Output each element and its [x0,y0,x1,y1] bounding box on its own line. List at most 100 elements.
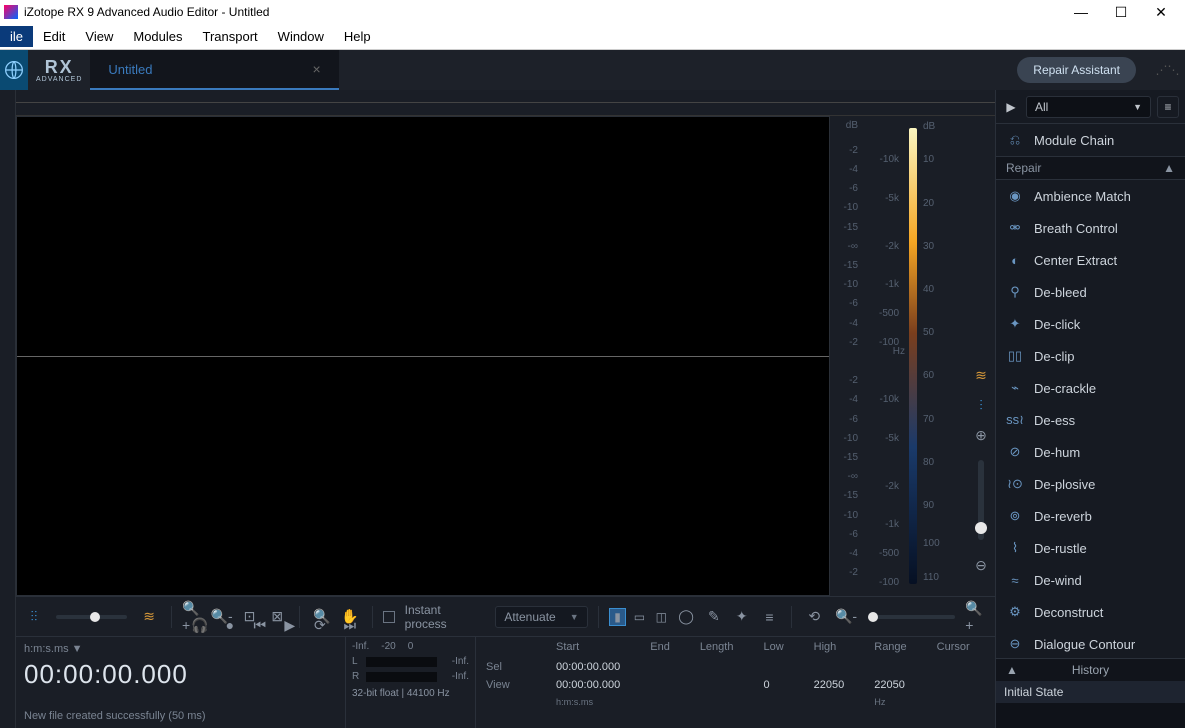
module-icon: ⊚ [1006,507,1024,525]
freq-scale: -10k -5k -2k -1k -500 -100 Hz -10k -5k -… [862,116,907,596]
menu-view[interactable]: View [75,26,123,47]
module-chain[interactable]: ⎌ Module Chain [996,124,1185,156]
forward-icon[interactable]: ⏭ [338,613,362,637]
module-de-hum[interactable]: ⊘De-hum [996,436,1185,468]
meters-panel: -Inf. -20 0 L -Inf. R -Inf. 32-bit float… [346,637,476,728]
chain-icon: ⎌ [1006,131,1024,149]
wave-display-icon[interactable]: ⫶⫶ [22,605,46,629]
module-icon: ≀⊙ [1006,475,1024,493]
menu-transport[interactable]: Transport [193,26,268,47]
high-value[interactable]: 22050 [814,679,845,691]
menu-modules[interactable]: Modules [123,26,192,47]
menu-help[interactable]: Help [334,26,381,47]
tab-title: Untitled [108,62,152,77]
module-de-crackle[interactable]: ⌁De-crackle [996,372,1185,404]
batch-icon[interactable]: ⋰⋱ [1150,63,1185,77]
module-de-reverb[interactable]: ⊚De-reverb [996,500,1185,532]
menu-window[interactable]: Window [268,26,334,47]
headphone-icon[interactable]: 🎧 [188,613,212,637]
deselect-icon[interactable]: ⟲ [802,605,826,629]
logo-icon [0,50,28,90]
rewind-icon[interactable]: ⏮ [248,613,272,637]
amplitude-slider[interactable] [978,460,984,540]
sel-start[interactable]: 00:00:00.000 [556,661,620,673]
module-icon: ⌇ [1006,539,1024,557]
module-de-wind[interactable]: ≈De-wind [996,564,1185,596]
module-dialogue-contour[interactable]: ⊖Dialogue Contour [996,628,1185,658]
zoom-in-icon[interactable]: ⊕ [972,426,990,444]
spectro-display-icon[interactable]: ≋ [137,605,161,629]
module-de-bleed[interactable]: ⚲De-bleed [996,276,1185,308]
brand-sub: ADVANCED [36,76,82,83]
instant-process-checkbox[interactable] [383,611,395,623]
module-center-extract[interactable]: ◐Center Extract [996,244,1185,276]
maximize-button[interactable]: ☐ [1101,0,1141,24]
hzoom-slider[interactable] [868,615,955,619]
play-icon[interactable]: ▶ [278,613,302,637]
module-breath-control[interactable]: ⚮Breath Control [996,212,1185,244]
transport: 🎧 ● ⏮ ▶ ⟳ ⏭ [188,613,362,637]
menu-edit[interactable]: Edit [33,26,75,47]
toolbar: ⫶⫶ ≋ 🔍+ 🔍- ⊡ ⊠ 🔍 ✋ Instant process Atten… [16,596,995,636]
time-select-icon[interactable]: ▮ [609,608,627,626]
tab-close-icon[interactable]: × [312,61,320,77]
module-de-rustle[interactable]: ⌇De-rustle [996,532,1185,564]
spectro-toggle-icon[interactable]: ≋ [972,366,990,384]
module-icon: ⚙ [1006,603,1024,621]
lasso-select-icon[interactable]: ◯ [674,605,698,629]
loop-icon[interactable]: ⟳ [308,613,332,637]
repair-assistant-button[interactable]: Repair Assistant [1017,57,1136,83]
module-menu-icon[interactable]: ≡ [1157,96,1179,118]
module-icon: ⚲ [1006,283,1024,301]
module-ambience-match[interactable]: ◉Ambience Match [996,180,1185,212]
brush-select-icon[interactable]: ✎ [702,605,726,629]
hzoom-out-icon[interactable]: 🔍- [834,605,858,629]
module-icon: ▯▯ [1006,347,1024,365]
module-icon: ⌁ [1006,379,1024,397]
close-button[interactable]: ✕ [1141,0,1181,24]
brand: RX ADVANCED [28,58,90,83]
module-de-clip[interactable]: ▯▯De-clip [996,340,1185,372]
preview-play-icon[interactable]: ▶ [1002,98,1020,116]
right-panel: ▶ All▼ ≡ ⎌ Module Chain Repair▲ ◉Ambienc… [995,90,1185,728]
record-icon[interactable]: ● [218,613,242,637]
process-combo[interactable]: Attenuate▼ [495,606,587,628]
module-icon: ss≀ [1006,411,1024,429]
freeform-select-icon[interactable]: ◫ [652,608,670,626]
db-scale: dB -2 -4 -6 -10 -15 -∞ -15 -10 -6 -4 -2 … [830,116,862,596]
time-ruler[interactable] [16,90,995,116]
module-icon: ≈ [1006,571,1024,589]
menu-file[interactable]: ile [0,26,33,47]
module-de-click[interactable]: ✦De-click [996,308,1185,340]
low-value[interactable]: 0 [763,679,783,691]
module-filter-combo[interactable]: All▼ [1026,96,1151,118]
history-panel: ▲ History Initial State [996,658,1185,728]
status-text: New file created successfully (50 ms) [24,710,337,722]
zoom-out-icon[interactable]: ⊖ [972,556,990,574]
history-header[interactable]: ▲ History [996,659,1185,681]
hzoom-in-icon[interactable]: 🔍+ [965,605,989,629]
module-de-ess[interactable]: ss≀De-ess [996,404,1185,436]
rect-select-icon[interactable]: ▭ [630,608,648,626]
history-expand-icon[interactable]: ▲ [1006,663,1018,677]
history-item[interactable]: Initial State [996,681,1185,703]
tab-untitled[interactable]: Untitled × [90,50,338,90]
waveform-canvas[interactable] [16,116,830,596]
display-blend-slider[interactable] [56,615,127,619]
section-repair[interactable]: Repair▲ [996,156,1185,180]
minimize-button[interactable]: — [1061,0,1101,24]
module-de-plosive[interactable]: ≀⊙De-plosive [996,468,1185,500]
wand-select-icon[interactable]: ✦ [730,605,754,629]
module-deconstruct[interactable]: ⚙Deconstruct [996,596,1185,628]
range-value[interactable]: 22050 [874,679,906,691]
meter-r [366,672,437,682]
harmonic-select-icon[interactable]: ≡ [758,605,782,629]
waveform-toggle-icon[interactable]: ⫶ [972,396,990,414]
module-list[interactable]: ⎌ Module Chain Repair▲ ◉Ambience Match⚮B… [996,124,1185,658]
left-gutter [0,90,16,728]
time-format-button[interactable]: h:m:s.ms ▼ [24,643,188,655]
view-start[interactable]: 00:00:00.000 [556,679,620,691]
meter-l [366,657,437,667]
selection-panel: Sel View Start 00:00:00.000 00:00:00.000… [476,637,995,728]
bottombar: h:m:s.ms ▼ 00:00:00.000 🎧 ● ⏮ ▶ ⟳ ⏭ New … [16,636,995,728]
